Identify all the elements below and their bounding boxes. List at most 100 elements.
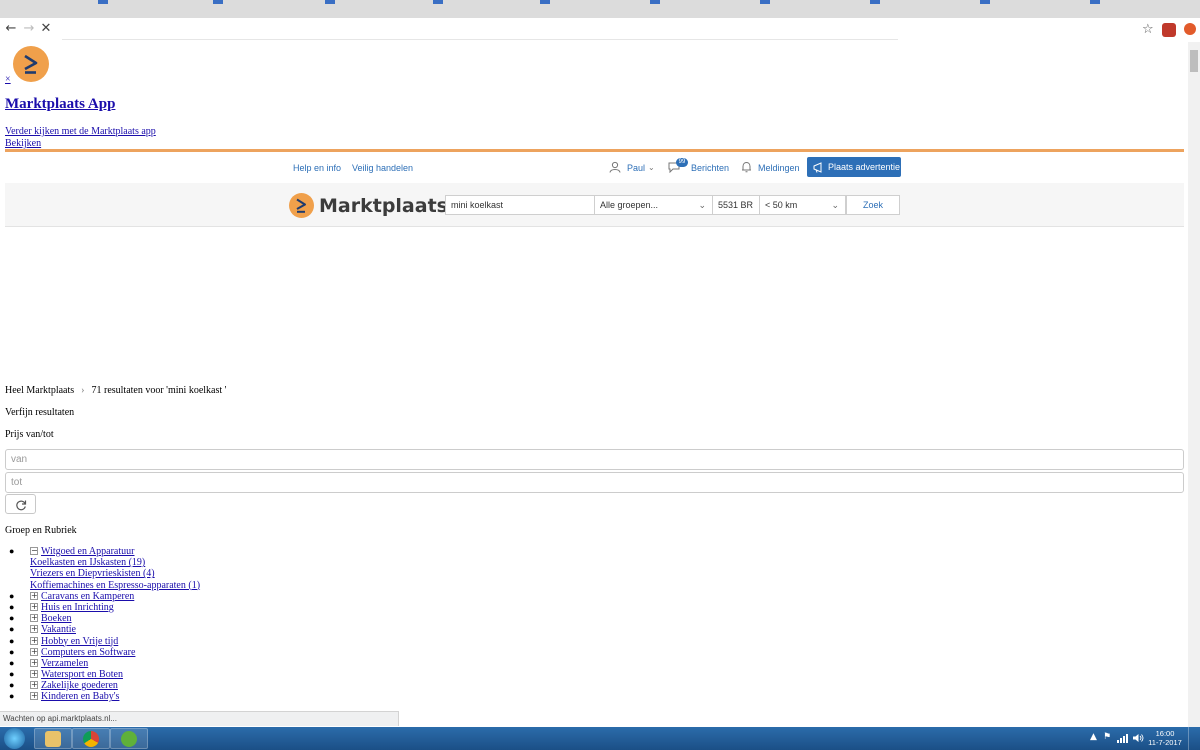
expand-icon[interactable]: + bbox=[30, 670, 38, 679]
tab[interactable] bbox=[870, 0, 880, 4]
category-link[interactable]: Boeken bbox=[41, 613, 72, 624]
category-link[interactable]: Hobby en Vrije tijd bbox=[41, 636, 118, 647]
action-center-icon[interactable]: ⚑ bbox=[1103, 732, 1111, 742]
search-input[interactable]: mini koelkast bbox=[445, 195, 595, 215]
bookmark-star-icon[interactable]: ☆ bbox=[1142, 22, 1154, 37]
place-ad-button[interactable]: Plaats advertentie bbox=[807, 157, 901, 177]
messages-count-badge: 99 bbox=[676, 158, 688, 167]
messages-link[interactable]: Berichten bbox=[691, 163, 729, 173]
category-link[interactable]: Huis en Inrichting bbox=[41, 602, 114, 613]
tab[interactable] bbox=[1090, 0, 1100, 4]
banner-title-link[interactable]: Marktplaats App bbox=[5, 96, 115, 113]
subcategory-item[interactable]: Koelkasten en IJskasten (19) bbox=[0, 557, 500, 568]
category-link[interactable]: Witgoed en Apparatuur bbox=[41, 546, 134, 557]
category-link[interactable]: Verzamelen bbox=[41, 658, 88, 669]
tab[interactable] bbox=[213, 0, 223, 4]
stop-button[interactable]: ✕ bbox=[38, 21, 54, 37]
subcategory-link[interactable]: Vriezers en Diepvrieskisten (4) bbox=[30, 568, 155, 579]
extension-icon[interactable] bbox=[1184, 23, 1196, 35]
collapse-icon[interactable]: − bbox=[30, 547, 38, 555]
tray-expand-icon[interactable]: ▲ bbox=[1090, 732, 1097, 742]
back-button[interactable]: ← bbox=[3, 21, 19, 37]
category-link[interactable]: Vakantie bbox=[41, 624, 76, 635]
page-scrollbar[interactable] bbox=[1188, 42, 1200, 727]
extension-icon[interactable] bbox=[1162, 23, 1176, 37]
taskbar-chrome[interactable] bbox=[72, 728, 110, 749]
volume-icon[interactable] bbox=[1132, 733, 1144, 743]
expand-icon[interactable]: + bbox=[30, 658, 38, 667]
tab[interactable] bbox=[98, 0, 108, 4]
tab[interactable] bbox=[325, 0, 335, 4]
banner-close-link[interactable]: × bbox=[5, 74, 11, 85]
category-item[interactable]: ● + Zakelijke goederen bbox=[0, 680, 500, 691]
bullet-icon: ● bbox=[9, 646, 15, 657]
banner-subtitle-link[interactable]: Verder kijken met de Marktplaats app bbox=[5, 126, 156, 137]
subcategory-item[interactable]: Vriezers en Diepvrieskisten (4) bbox=[0, 568, 500, 579]
search-submit-button[interactable]: Zoek bbox=[846, 195, 900, 215]
category-item[interactable]: ● + Watersport en Boten bbox=[0, 669, 500, 680]
marktplaats-logo[interactable]: Marktplaats bbox=[289, 192, 448, 220]
expand-icon[interactable]: + bbox=[30, 692, 38, 701]
price-apply-button[interactable] bbox=[5, 494, 36, 514]
price-from-input[interactable]: van bbox=[5, 449, 1184, 470]
category-link[interactable]: Zakelijke goederen bbox=[41, 680, 118, 691]
expand-icon[interactable]: + bbox=[30, 681, 38, 690]
category-item[interactable]: ● + Verzamelen bbox=[0, 658, 500, 669]
tab[interactable] bbox=[540, 0, 550, 4]
distance-select[interactable]: < 50 km ⌄ bbox=[759, 195, 846, 215]
expand-icon[interactable]: + bbox=[30, 647, 38, 656]
safe-trading-link[interactable]: Veilig handelen bbox=[352, 163, 413, 173]
category-item[interactable]: ● + Computers en Software bbox=[0, 647, 500, 658]
brand-logo-icon bbox=[289, 193, 314, 218]
postcode-input[interactable]: 5531 BR bbox=[712, 195, 760, 215]
expand-icon[interactable]: + bbox=[30, 614, 38, 623]
expand-icon[interactable]: + bbox=[30, 625, 38, 634]
forward-button[interactable]: → bbox=[21, 21, 37, 37]
category-link[interactable]: Kinderen en Baby's bbox=[41, 691, 119, 702]
price-to-input[interactable]: tot bbox=[5, 472, 1184, 493]
system-clock[interactable]: 16:00 11-7-2017 bbox=[1148, 729, 1182, 747]
category-item[interactable]: ● + Kinderen en Baby's bbox=[0, 691, 500, 702]
expand-icon[interactable]: + bbox=[30, 591, 38, 600]
chrome-icon bbox=[83, 731, 99, 747]
user-menu[interactable]: Paul bbox=[627, 163, 645, 173]
show-desktop-button[interactable] bbox=[1188, 727, 1200, 750]
expand-icon[interactable]: + bbox=[30, 636, 38, 645]
address-bar[interactable] bbox=[62, 22, 898, 40]
bullet-icon: ● bbox=[9, 680, 15, 691]
category-link[interactable]: Watersport en Boten bbox=[41, 669, 123, 680]
notifications-link[interactable]: Meldingen bbox=[758, 163, 800, 173]
category-item[interactable]: ● + Caravans en Kamperen bbox=[0, 591, 500, 602]
app-logo-icon bbox=[13, 46, 49, 82]
tab[interactable] bbox=[980, 0, 990, 4]
taskbar-explorer[interactable] bbox=[34, 728, 72, 749]
expand-icon[interactable]: + bbox=[30, 602, 38, 611]
group-heading: Groep en Rubriek bbox=[5, 525, 77, 536]
taskbar-utorrent[interactable] bbox=[110, 728, 148, 749]
chevron-down-icon[interactable]: ⌄ bbox=[648, 163, 655, 172]
category-item[interactable]: ● + Vakantie bbox=[0, 624, 500, 635]
bullet-icon: ● bbox=[9, 691, 15, 702]
category-select[interactable]: Alle groepen... ⌄ bbox=[594, 195, 713, 215]
subcategory-link[interactable]: Koelkasten en IJskasten (19) bbox=[30, 557, 145, 568]
category-item[interactable]: ● + Hobby en Vrije tijd bbox=[0, 636, 500, 647]
network-icon[interactable] bbox=[1117, 733, 1129, 743]
category-link[interactable]: Computers en Software bbox=[41, 647, 135, 658]
subcategory-link[interactable]: Koffiemachines en Espresso-apparaten (1) bbox=[30, 580, 200, 591]
tab[interactable] bbox=[433, 0, 443, 4]
category-link[interactable]: Caravans en Kamperen bbox=[41, 591, 134, 602]
help-link[interactable]: Help en info bbox=[293, 163, 341, 173]
brand-wordmark: Marktplaats bbox=[319, 195, 448, 217]
subcategory-item[interactable]: Koffiemachines en Espresso-apparaten (1) bbox=[0, 580, 500, 591]
banner-open-link[interactable]: Bekijken bbox=[5, 138, 41, 149]
category-item[interactable]: ● − Witgoed en Apparatuur bbox=[0, 546, 500, 557]
start-button[interactable] bbox=[4, 728, 25, 749]
bullet-icon: ● bbox=[9, 601, 15, 612]
category-item[interactable]: ● + Huis en Inrichting bbox=[0, 602, 500, 613]
breadcrumb-home[interactable]: Heel Marktplaats bbox=[5, 385, 74, 396]
tab[interactable] bbox=[650, 0, 660, 4]
place-ad-label: Plaats advertentie bbox=[828, 162, 901, 172]
tab[interactable] bbox=[760, 0, 770, 4]
scrollbar-thumb[interactable] bbox=[1190, 50, 1198, 72]
category-item[interactable]: ● + Boeken bbox=[0, 613, 500, 624]
